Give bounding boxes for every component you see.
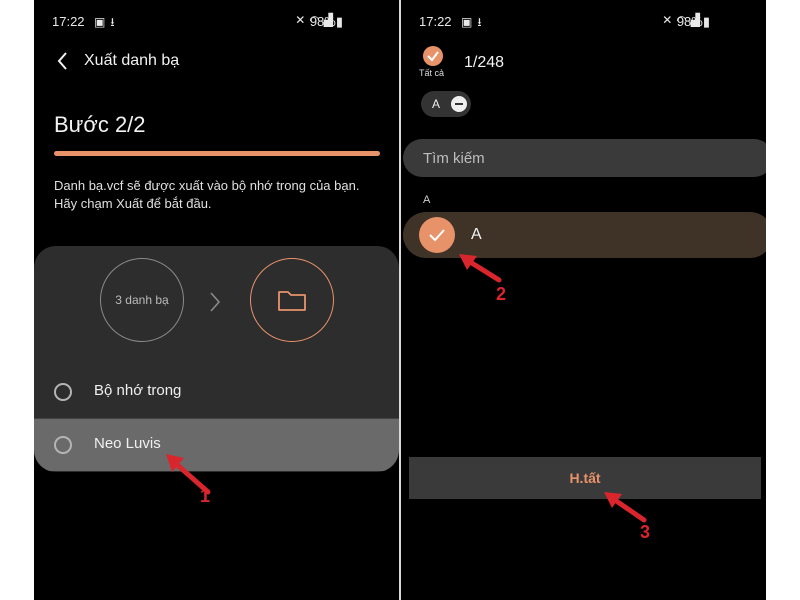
contact-checkbox[interactable]	[419, 217, 455, 253]
radio-neo-luvis[interactable]	[54, 436, 72, 454]
mute-icon: ✕	[662, 13, 677, 27]
destination-folder-circle	[250, 258, 334, 342]
check-icon	[427, 51, 439, 62]
done-button[interactable]: H.tất	[409, 457, 761, 499]
annotation-number-3: 3	[640, 522, 651, 542]
status-bar: 17:22 ▣⭳ ✕◠▟ 98%▮	[34, 12, 399, 32]
download-icon: ⭳	[110, 15, 120, 29]
source-count-label: 3 danh bạ	[115, 293, 169, 307]
gallery-icon: ▣	[461, 15, 478, 29]
selection-count: 1/248	[464, 54, 505, 71]
battery-icon: ▮	[335, 14, 343, 29]
annotation-number-2: 2	[496, 284, 507, 304]
gallery-download-icons: ▣⭳	[94, 13, 120, 34]
battery-level: 98%▮	[310, 14, 343, 30]
selected-chip[interactable]: A	[421, 91, 471, 117]
select-all-check[interactable]	[423, 46, 443, 66]
source-count-circle: 3 danh bạ	[100, 258, 184, 342]
back-chevron-icon[interactable]	[56, 50, 70, 72]
annotation-arrow-3	[604, 492, 647, 523]
gallery-download-icons: ▣⭳	[461, 13, 487, 34]
option-label: Neo Luvis	[94, 435, 161, 452]
status-bar: 17:22 ▣⭳ ✕◠▟ 98%▮	[401, 12, 766, 32]
option-label: Bộ nhớ trong	[94, 382, 182, 399]
annotation-arrow-2	[459, 254, 502, 283]
page-title: Xuất danh bạ	[84, 52, 180, 69]
mute-icon: ✕	[295, 13, 310, 27]
stage: 17:22 ▣⭳ ✕◠▟ 98%▮ Xuất danh bạ Bước 2/2 …	[0, 0, 800, 600]
storage-panel: 3 danh bạ Bộ nhớ trong Neo Luvis	[34, 246, 399, 472]
done-label: H.tất	[569, 470, 601, 486]
select-all-toggle[interactable]: Tất cả	[419, 46, 449, 78]
status-time: 17:22	[419, 14, 452, 29]
export-description: Danh bạ.vcf sẽ được xuất vào bộ nhớ tron…	[54, 178, 360, 211]
search-input[interactable]: Tìm kiếm	[403, 139, 766, 177]
search-placeholder: Tìm kiếm	[423, 150, 485, 167]
chip-letter: A	[432, 97, 441, 111]
select-all-label: Tất cả	[419, 68, 445, 78]
step-label: Bước 2/2	[54, 112, 146, 137]
annotation-number-1: 1	[200, 486, 211, 506]
folder-icon	[278, 291, 306, 311]
battery-level: 98%▮	[677, 14, 710, 30]
export-contacts-screen: 17:22 ▣⭳ ✕◠▟ 98%▮ Xuất danh bạ Bước 2/2 …	[34, 0, 399, 600]
minus-icon[interactable]	[451, 96, 467, 112]
select-contacts-screen: 17:22 ▣⭳ ✕◠▟ 98%▮ Tất cả 1/248 A Tìm kiế…	[401, 0, 766, 600]
radio-internal-storage[interactable]	[54, 383, 72, 401]
progress-fill	[54, 151, 380, 156]
battery-text: 98%	[309, 14, 336, 29]
chevron-right-icon	[210, 292, 221, 312]
section-header: A	[423, 194, 431, 206]
battery-icon: ▮	[702, 14, 710, 29]
option-internal-storage[interactable]: Bộ nhớ trong	[34, 366, 399, 418]
battery-text: 98%	[676, 14, 703, 29]
gallery-icon: ▣	[94, 15, 111, 29]
annotation-arrow-1	[166, 454, 211, 495]
status-time: 17:22	[52, 14, 85, 29]
contact-name: A	[471, 226, 482, 243]
check-icon	[429, 229, 445, 242]
download-icon: ⭳	[477, 15, 487, 29]
progress-bar	[54, 151, 380, 156]
